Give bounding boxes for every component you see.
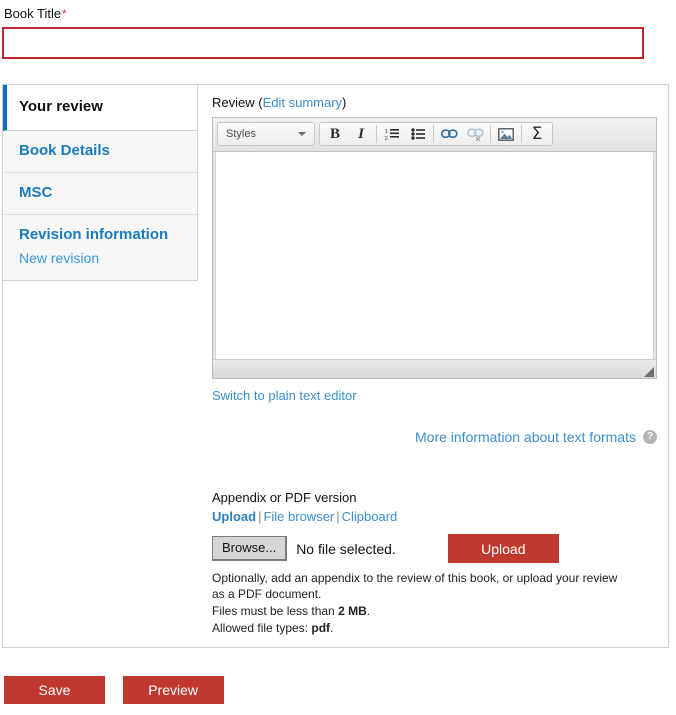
review-editor-body[interactable] [215, 152, 654, 359]
upload-tab-file-browser[interactable]: File browser [263, 509, 334, 524]
vertical-tab-revision-summary: New revision [19, 250, 100, 266]
help-question-icon[interactable]: ? [643, 430, 657, 444]
link-icon[interactable] [436, 123, 462, 145]
form-actions: Save Preview [4, 676, 238, 704]
review-label-suffix: ) [342, 95, 347, 110]
editor-toolbar-container: Styles B I 1 2 Σ [213, 118, 656, 152]
filetypes-prefix: Allowed file types: [212, 621, 312, 635]
formatting-group: B I 1 2 Σ [319, 122, 553, 146]
review-form-panel: Your review Book Details MSC Revision in… [2, 84, 669, 648]
upload-help-filesize: Files must be less than 2 MB. [212, 603, 632, 619]
more-info-text-formats-link[interactable]: More information about text formats [415, 429, 636, 445]
toolbar-divider [521, 125, 522, 143]
vertical-tab-your-review[interactable]: Your review [3, 85, 197, 131]
upload-tab-separator: | [258, 509, 262, 524]
resize-grip-icon[interactable] [644, 367, 654, 377]
file-input-control: Browse... No file selected. [212, 536, 396, 561]
image-icon[interactable] [493, 123, 519, 145]
upload-help-text: Optionally, add an appendix to the revie… [212, 570, 632, 636]
vertical-tab-msc[interactable]: MSC [3, 173, 197, 215]
review-label-prefix: Review ( [212, 95, 263, 110]
rich-text-editor: Styles B I 1 2 Σ [212, 117, 657, 379]
filesize-suffix: . [366, 604, 371, 618]
selected-file-status: No file selected. [296, 540, 396, 557]
filesize-prefix: Files must be less than [212, 604, 339, 618]
filesize-value: 2 MB [338, 604, 367, 618]
book-title-field: Book Title* [0, 0, 676, 59]
edit-summary-link[interactable]: Edit summary [263, 95, 342, 110]
upload-help-main: Optionally, add an appendix to the revie… [212, 571, 618, 601]
upload-tab-separator: | [336, 509, 340, 524]
numbered-list-icon[interactable]: 1 2 [379, 123, 405, 145]
styles-dropdown[interactable]: Styles [220, 123, 312, 145]
vertical-tab-revision-information-label: Revision information [19, 226, 169, 243]
required-marker: * [62, 8, 67, 20]
filetypes-value: pdf [311, 621, 331, 635]
browse-button[interactable]: Browse... [212, 536, 288, 561]
toolbar-divider [376, 125, 377, 143]
bold-icon[interactable]: B [322, 123, 348, 145]
vertical-tabs-list: Your review Book Details MSC Revision in… [3, 85, 198, 281]
upload-help-filetypes: Allowed file types: pdf. [212, 620, 632, 636]
preview-button[interactable]: Preview [122, 676, 224, 704]
your-review-pane: Review (Edit summary) Styles B I 1 2 Σ S… [198, 85, 669, 636]
editor-toolbar: Styles B I 1 2 Σ [217, 122, 652, 146]
italic-icon[interactable]: I [348, 123, 374, 145]
book-title-label-text: Book Title [4, 6, 62, 21]
upload-source-tabs: Upload | File browser | Clipboard [212, 507, 657, 526]
filetypes-suffix: . [330, 621, 334, 635]
upload-tab-clipboard[interactable]: Clipboard [342, 509, 398, 524]
vertical-tab-msc-label: MSC [19, 184, 53, 201]
vertical-tab-book-details-label: Book Details [19, 142, 110, 159]
toolbar-divider [433, 125, 434, 143]
toolbar-divider [490, 125, 491, 143]
file-upload-row: Browse... No file selected. Upload [212, 534, 657, 563]
appendix-upload-section: Appendix or PDF version Upload | File brow… [212, 489, 657, 636]
bulleted-list-icon[interactable] [405, 123, 431, 145]
editor-statusbar [213, 359, 656, 378]
upload-tab-upload[interactable]: Upload [212, 509, 256, 524]
switch-to-plain-text-editor-link[interactable]: Switch to plain text editor [212, 388, 357, 403]
vertical-tab-book-details[interactable]: Book Details [3, 131, 197, 173]
chevron-down-icon [298, 132, 306, 136]
styles-dropdown-label: Styles [226, 128, 256, 140]
review-field-label: Review (Edit summary) [212, 95, 657, 111]
math-sigma-icon[interactable]: Σ [524, 123, 550, 145]
styles-group: Styles [217, 122, 315, 146]
vertical-tab-revision-information[interactable]: Revision information New revision [3, 215, 197, 280]
text-formats-row: More information about text formats ? [212, 429, 657, 445]
svg-text:2: 2 [385, 136, 388, 141]
unlink-icon [462, 123, 488, 145]
vertical-tab-your-review-label: Your review [19, 98, 103, 115]
panel-layout: Your review Book Details MSC Revision in… [3, 85, 668, 636]
svg-text:1: 1 [385, 129, 388, 135]
book-title-label: Book Title* [4, 6, 676, 22]
upload-button[interactable]: Upload [447, 534, 559, 563]
appendix-label: Appendix or PDF version [212, 490, 357, 505]
save-button[interactable]: Save [4, 676, 105, 704]
book-title-input[interactable] [2, 27, 644, 59]
